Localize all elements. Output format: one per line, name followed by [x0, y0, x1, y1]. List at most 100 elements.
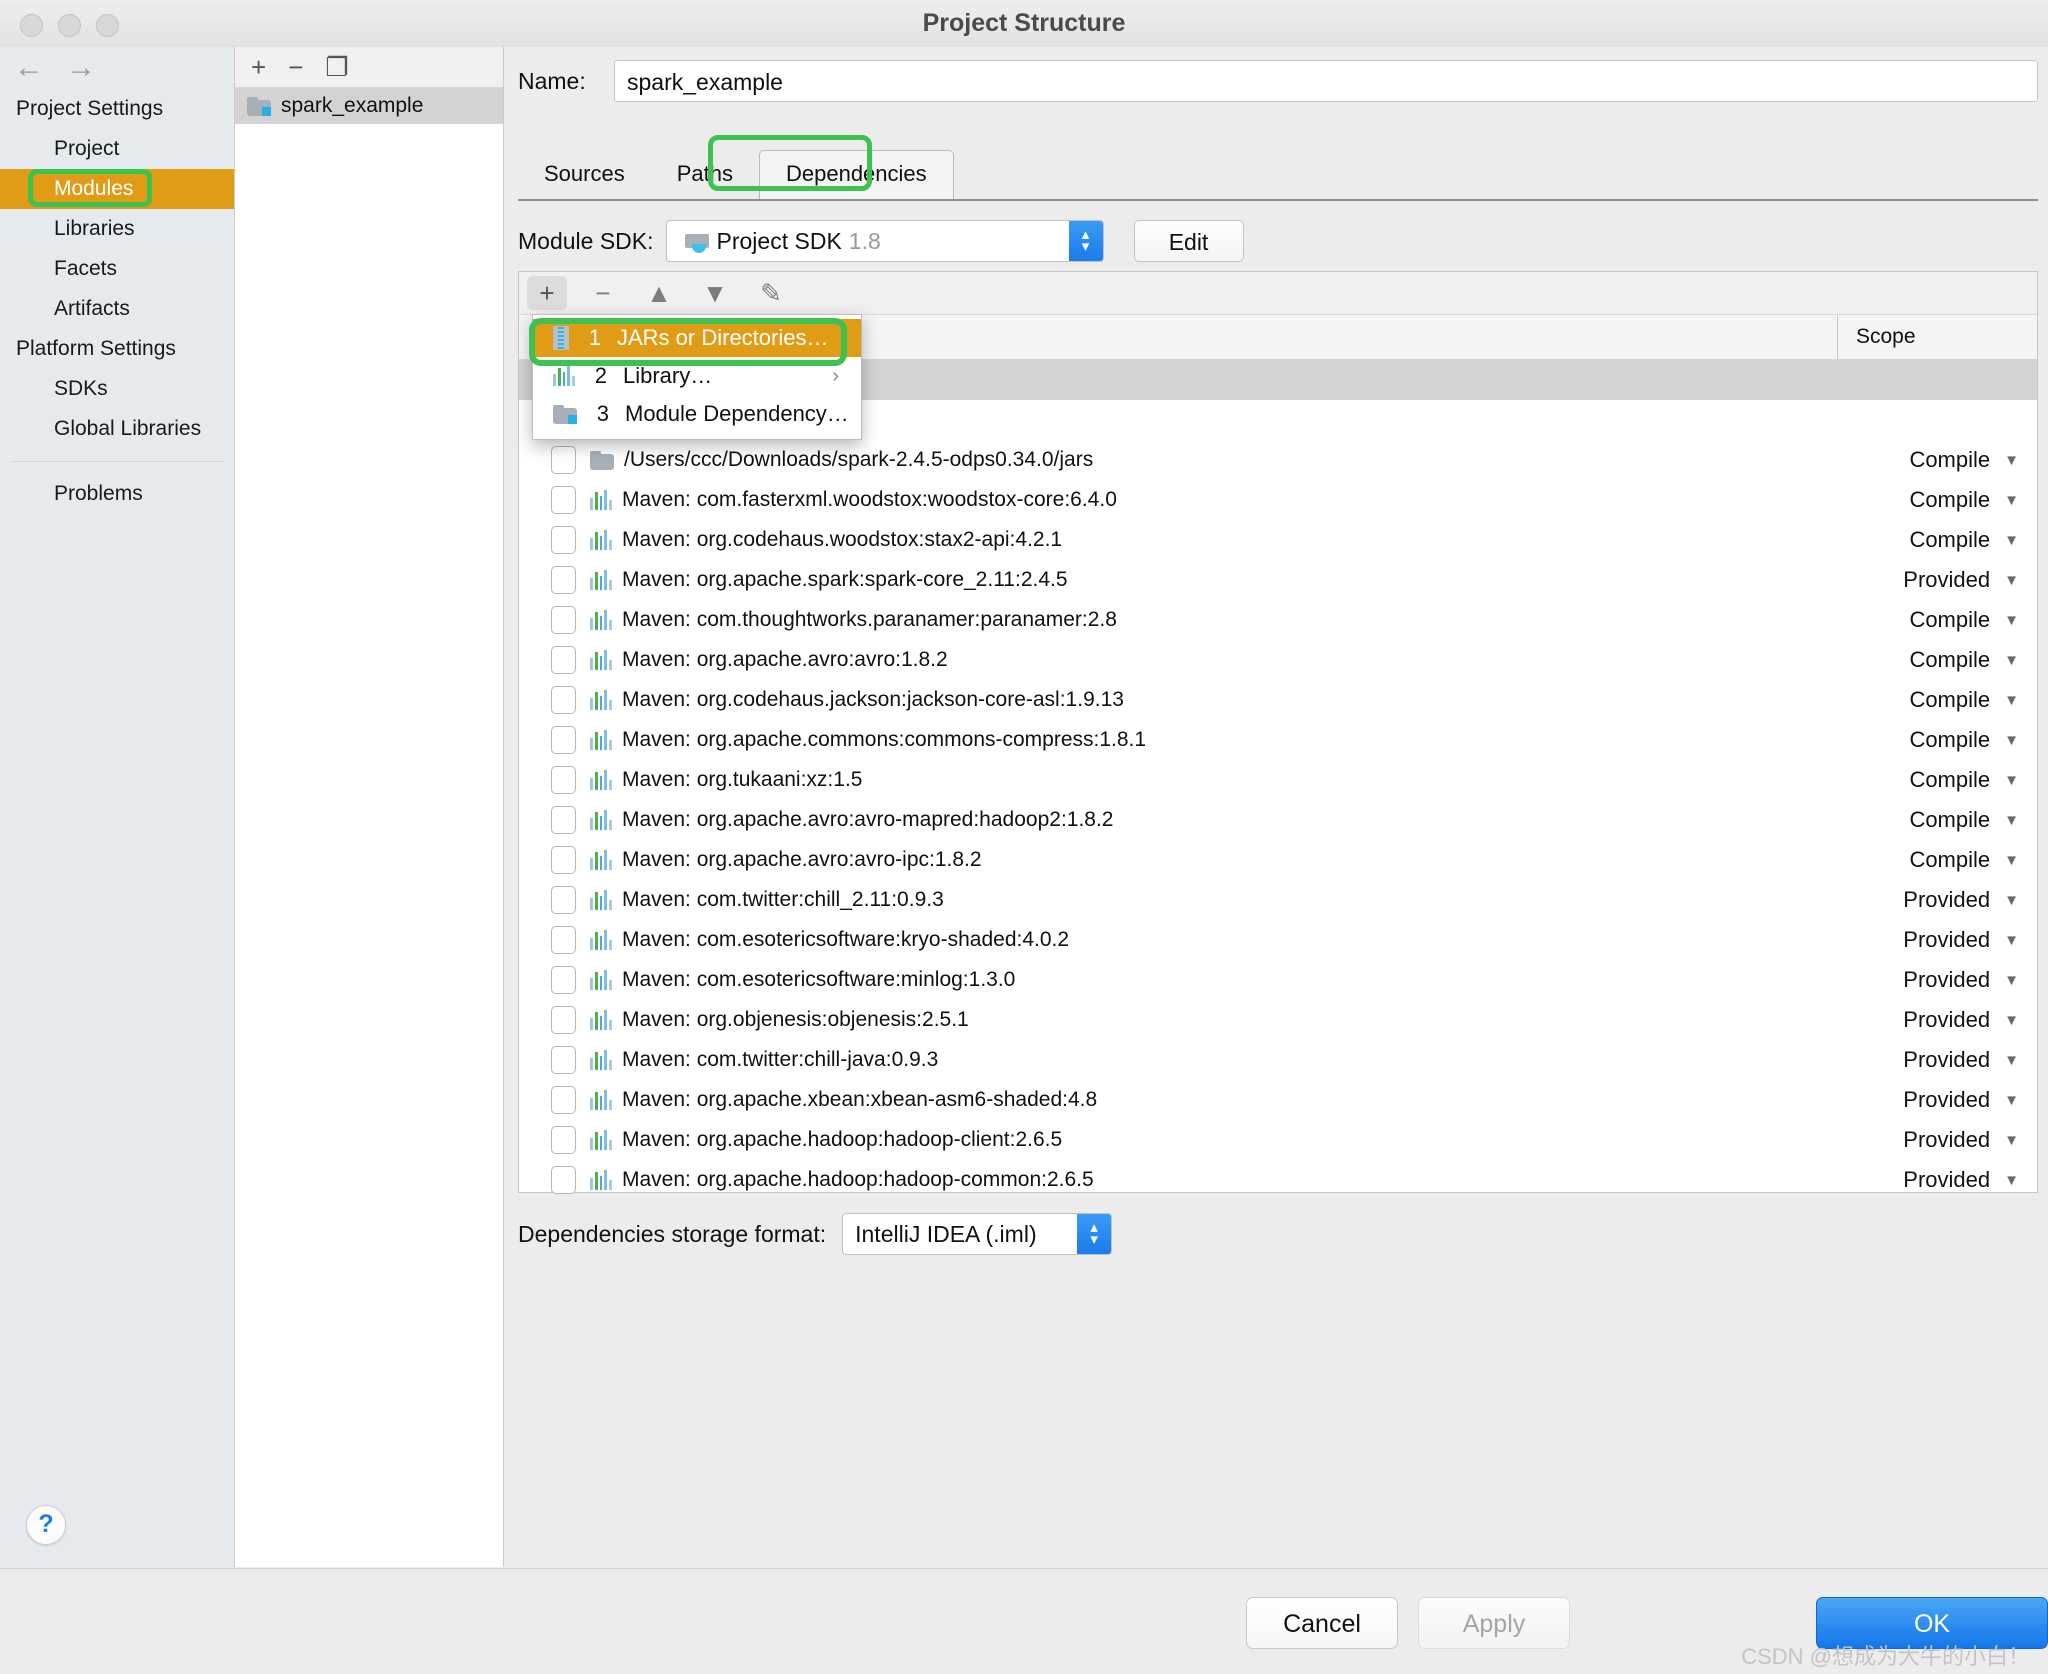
export-checkbox[interactable]: [551, 566, 576, 594]
tab-dependencies[interactable]: Dependencies: [758, 150, 954, 199]
table-row[interactable]: Maven: com.esotericsoftware:kryo-shaded:…: [519, 920, 2037, 960]
export-checkbox[interactable]: [551, 446, 576, 474]
sidebar-item-modules[interactable]: Modules: [0, 169, 234, 209]
scope-select[interactable]: Provided ▼: [1903, 1047, 2019, 1073]
scope-select[interactable]: Compile ▼: [1909, 847, 2019, 873]
export-checkbox[interactable]: [551, 486, 576, 514]
scope-select[interactable]: Compile ▼: [1909, 607, 2019, 633]
menu-item-module-dependency[interactable]: 3 Module Dependency…: [533, 395, 861, 433]
storage-format-select[interactable]: IntelliJ IDEA (.iml) ▴ ▾: [842, 1213, 1113, 1255]
module-sdk-select[interactable]: Project SDK 1.8 ▴ ▾: [665, 220, 1104, 262]
scope-select[interactable]: Compile ▼: [1909, 527, 2019, 553]
watermark: CSDN @想成为大牛的小白！: [1741, 1644, 2030, 1669]
table-row[interactable]: Maven: org.objenesis:objenesis:2.5.1 Prov…: [519, 1000, 2037, 1040]
export-checkbox[interactable]: [551, 886, 576, 914]
remove-dependency-button[interactable]: −: [583, 276, 623, 310]
forward-arrow-icon[interactable]: →: [66, 53, 96, 83]
table-row[interactable]: Maven: org.apache.hadoop:hadoop-client:2…: [519, 1120, 2037, 1160]
copy-module-icon[interactable]: ❐: [325, 54, 348, 80]
menu-item-library[interactable]: 2 Library… ›: [533, 357, 861, 395]
export-checkbox[interactable]: [551, 1046, 576, 1074]
row-label-wrap: Maven: org.objenesis:objenesis:2.5.1: [590, 1008, 969, 1032]
export-checkbox[interactable]: [551, 646, 576, 674]
export-checkbox[interactable]: [551, 806, 576, 834]
scope-select[interactable]: Compile ▼: [1909, 447, 2019, 473]
add-dependency-button[interactable]: +: [527, 276, 567, 310]
table-row[interactable]: Maven: org.tukaani:xz:1.5 Compile ▼: [519, 760, 2037, 800]
scope-select[interactable]: Compile ▼: [1909, 807, 2019, 833]
table-row[interactable]: Maven: com.esotericsoftware:minlog:1.3.0…: [519, 960, 2037, 1000]
remove-module-icon[interactable]: −: [288, 54, 303, 80]
scope-select[interactable]: Compile ▼: [1909, 647, 2019, 673]
table-row[interactable]: Maven: org.codehaus.jackson:jackson-core…: [519, 680, 2037, 720]
library-icon: [590, 690, 612, 710]
table-row[interactable]: /Users/ccc/Downloads/spark-2.4.5-odps0.3…: [519, 440, 2037, 480]
sidebar-item-global-libraries[interactable]: Global Libraries: [0, 409, 234, 449]
table-row[interactable]: Maven: org.apache.avro:avro-ipc:1.8.2 Com…: [519, 840, 2037, 880]
table-row[interactable]: Maven: org.apache.commons:commons-compre…: [519, 720, 2037, 760]
edit-dependency-button[interactable]: ✎: [751, 276, 791, 310]
scope-select[interactable]: Provided ▼: [1903, 927, 2019, 953]
sidebar-item-sdks[interactable]: SDKs: [0, 369, 234, 409]
scope-select[interactable]: Provided ▼: [1903, 967, 2019, 993]
sidebar-item-libraries[interactable]: Libraries: [0, 209, 234, 249]
move-up-button[interactable]: ▲: [639, 276, 679, 310]
table-row[interactable]: Maven: org.apache.avro:avro-mapred:hadoo…: [519, 800, 2037, 840]
table-row[interactable]: Maven: com.twitter:chill-java:0.9.3 Provi…: [519, 1040, 2037, 1080]
apply-button[interactable]: Apply: [1418, 1597, 1570, 1649]
table-row[interactable]: Maven: org.apache.xbean:xbean-asm6-shade…: [519, 1080, 2037, 1120]
scope-select[interactable]: Compile ▼: [1909, 767, 2019, 793]
table-row[interactable]: Maven: org.apache.spark:spark-core_2.11:…: [519, 560, 2037, 600]
export-checkbox[interactable]: [551, 766, 576, 794]
scope-select[interactable]: Provided ▼: [1903, 1007, 2019, 1033]
table-row[interactable]: Maven: com.thoughtworks.paranamer:parana…: [519, 600, 2037, 640]
export-checkbox[interactable]: [551, 1166, 576, 1194]
export-checkbox[interactable]: [551, 1006, 576, 1034]
cancel-button[interactable]: Cancel: [1246, 1597, 1398, 1649]
export-checkbox[interactable]: [551, 1126, 576, 1154]
table-row[interactable]: Maven: org.codehaus.woodstox:stax2-api:4…: [519, 520, 2037, 560]
sidebar-item-artifacts[interactable]: Artifacts: [0, 289, 234, 329]
export-checkbox[interactable]: [551, 966, 576, 994]
sidebar-item-problems[interactable]: Problems: [0, 474, 234, 514]
sdk-stepper-icon[interactable]: ▴ ▾: [1068, 221, 1103, 261]
export-checkbox[interactable]: [551, 526, 576, 554]
table-row[interactable]: Maven: com.fasterxml.woodstox:woodstox-c…: [519, 480, 2037, 520]
table-row[interactable]: Maven: org.apache.avro:avro:1.8.2 Compile…: [519, 640, 2037, 680]
move-down-button[interactable]: ▼: [695, 276, 735, 310]
module-list-item-spark-example[interactable]: spark_example: [235, 88, 503, 124]
scope-value: Compile: [1909, 847, 1991, 872]
tab-sources[interactable]: Sources: [518, 151, 651, 199]
dialog-footer: Cancel Apply OK CSDN @想成为大牛的小白！: [0, 1568, 2048, 1674]
export-checkbox[interactable]: [551, 1086, 576, 1114]
scope-select[interactable]: Provided ▼: [1903, 1167, 2019, 1193]
table-row[interactable]: Maven: org.apache.hadoop:hadoop-common:2…: [519, 1160, 2037, 1200]
scope-value: Compile: [1909, 807, 1991, 832]
scope-select[interactable]: Provided ▼: [1903, 887, 2019, 913]
sidebar-item-project[interactable]: Project: [0, 129, 234, 169]
export-checkbox[interactable]: [551, 686, 576, 714]
sidebar-item-facets[interactable]: Facets: [0, 249, 234, 289]
tab-paths[interactable]: Paths: [651, 151, 759, 199]
back-arrow-icon[interactable]: ←: [14, 53, 44, 83]
table-row[interactable]: Maven: com.twitter:chill_2.11:0.9.3 Provi…: [519, 880, 2037, 920]
scope-value: Compile: [1909, 527, 1991, 552]
scope-select[interactable]: Compile ▼: [1909, 487, 2019, 513]
scope-select[interactable]: Provided ▼: [1903, 1127, 2019, 1153]
export-checkbox[interactable]: [551, 846, 576, 874]
help-button[interactable]: ?: [26, 1505, 66, 1545]
module-name-input[interactable]: spark_example: [614, 60, 2038, 102]
storage-stepper-icon[interactable]: ▴ ▾: [1077, 1214, 1112, 1254]
edit-sdk-button[interactable]: Edit: [1133, 220, 1244, 262]
chevron-down-icon: ▼: [2004, 851, 2019, 869]
export-checkbox[interactable]: [551, 926, 576, 954]
scope-select[interactable]: Compile ▼: [1909, 687, 2019, 713]
scope-select[interactable]: Provided ▼: [1903, 567, 2019, 593]
export-checkbox[interactable]: [551, 726, 576, 754]
export-checkbox[interactable]: [551, 606, 576, 634]
scope-value: Compile: [1909, 687, 1991, 712]
scope-select[interactable]: Provided ▼: [1903, 1087, 2019, 1113]
add-module-icon[interactable]: +: [251, 54, 266, 80]
menu-item-jars-or-directories[interactable]: 1 JARs or Directories…: [529, 318, 861, 366]
scope-select[interactable]: Compile ▼: [1909, 727, 2019, 753]
